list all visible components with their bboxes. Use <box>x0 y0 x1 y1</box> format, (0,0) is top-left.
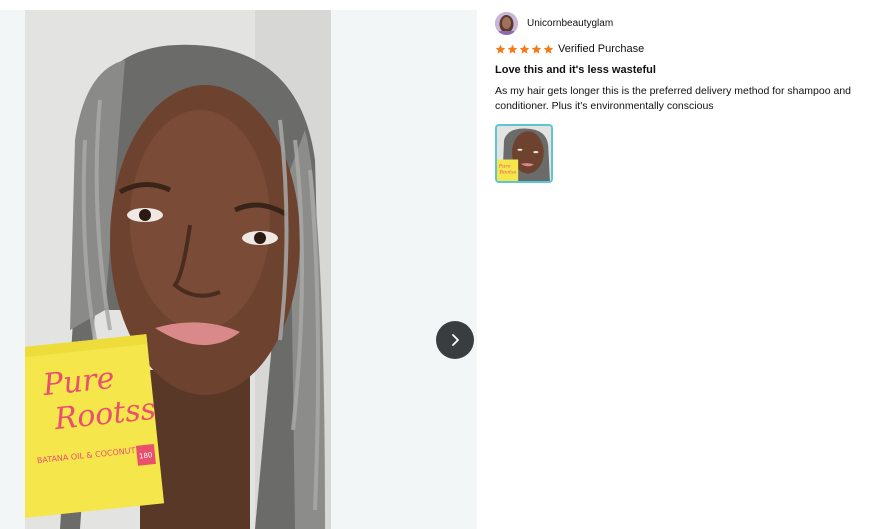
star-icon <box>531 44 542 54</box>
star-icon <box>543 44 554 54</box>
reviewer-profile[interactable]: Unicornbeautyglam <box>495 12 865 35</box>
reviewer-name[interactable]: Unicornbeautyglam <box>527 18 613 29</box>
star-icon <box>519 44 530 54</box>
review-image-thumbnail[interactable]: Pure Rootss <box>495 124 553 183</box>
media-viewer: Pure Rootss BATANA OIL & COCONUT 180 <box>0 10 477 529</box>
star-icon <box>495 44 506 54</box>
chevron-right-icon <box>452 334 459 346</box>
review-panel: Unicornbeautyglam Verified Purchase Love… <box>495 12 865 183</box>
verified-purchase-badge: Verified Purchase <box>558 43 645 55</box>
star-icon <box>507 44 518 54</box>
product-badge: 180 <box>139 451 153 460</box>
thumb-brand-line1: Pure <box>498 163 511 169</box>
avatar[interactable] <box>495 12 518 35</box>
rating-row: Verified Purchase <box>495 42 865 56</box>
review-title: Love this and it's less wasteful <box>495 64 656 76</box>
thumb-brand-line2: Rootss <box>498 170 516 176</box>
next-image-button[interactable] <box>436 321 474 359</box>
review-body: As my hair gets longer this is the prefe… <box>495 85 852 112</box>
review-photo: Pure Rootss BATANA OIL & COCONUT 180 <box>25 10 331 529</box>
star-rating[interactable] <box>495 44 554 55</box>
